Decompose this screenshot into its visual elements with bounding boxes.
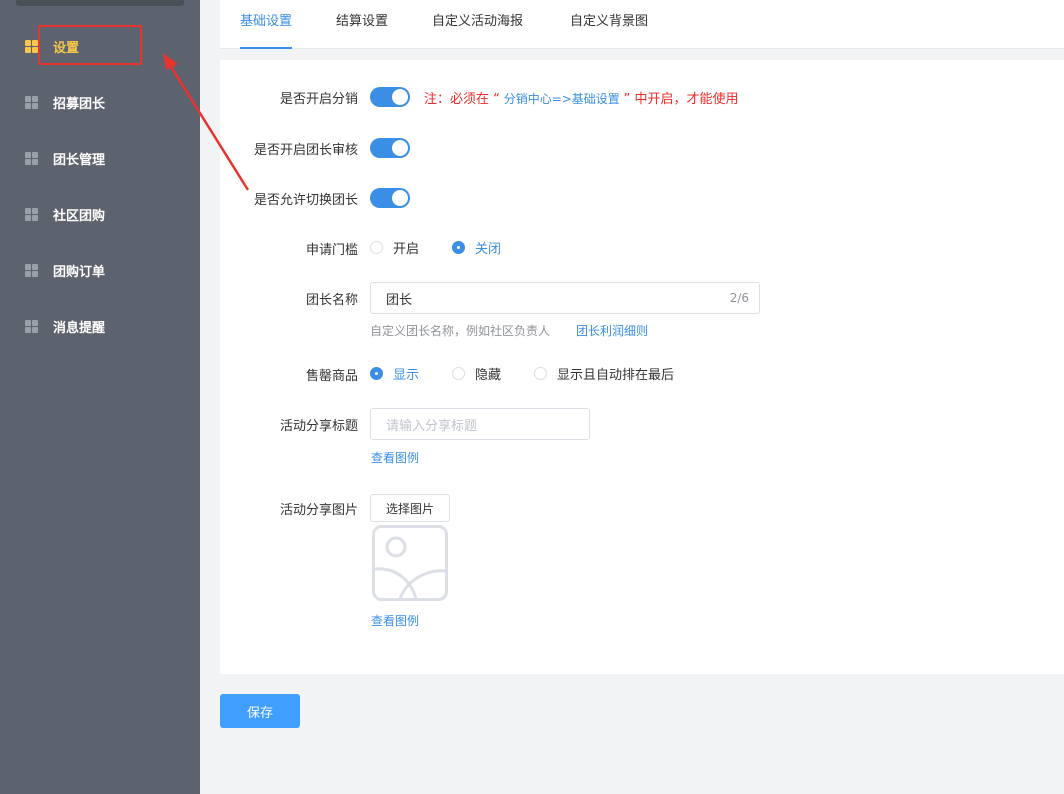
apply-threshold-label: 申请门槛	[305, 243, 358, 258]
sidebar-item-recruit-leader[interactable]: 招募团长	[0, 74, 200, 130]
share-image-label: 活动分享图片	[279, 503, 358, 518]
distribution-note: 注：必须在 “ 分销中心=>基础设置 ” 中开启，才能使用	[424, 88, 739, 107]
radio-label: 显示且自动排在最后	[557, 368, 675, 383]
sold-out-goods-label: 售罄商品	[305, 369, 358, 384]
leader-name-input[interactable]: 团长 2/6	[370, 282, 760, 314]
leader-name-label: 团长名称	[305, 293, 358, 308]
sidebar: 设置 招募团长 团长管理 社区团购 团购订单 消息提醒	[0, 0, 200, 794]
tab-settlement-settings[interactable]: 结算设置	[336, 0, 388, 49]
choose-image-button[interactable]: 选择图片	[370, 494, 450, 522]
note-prefix: 注：必须在 “	[424, 92, 500, 107]
share-title-input[interactable]: 请输入分享标题	[370, 408, 590, 440]
grid-icon	[25, 263, 38, 277]
grid-icon	[25, 207, 38, 221]
sidebar-item-label: 招募团长	[53, 96, 106, 112]
sidebar-item-label: 消息提醒	[53, 320, 106, 336]
radio-label: 关闭	[475, 242, 502, 257]
share-image-example-link[interactable]: 查看图例	[371, 612, 419, 629]
share-title-example-link[interactable]: 查看图例	[371, 449, 419, 466]
sold-out-radio-show-last[interactable]: 显示且自动排在最后	[534, 364, 674, 383]
tab-bar: 基础设置 结算设置 自定义活动海报 自定义背景图	[220, 0, 1064, 49]
save-button[interactable]: 保存	[220, 694, 300, 728]
radio-circle	[370, 241, 383, 254]
grid-icon	[25, 151, 38, 165]
grid-icon	[25, 95, 38, 109]
sidebar-item-label: 社区团购	[53, 208, 106, 224]
sidebar-item-leader-management[interactable]: 团长管理	[0, 130, 200, 186]
radio-circle	[452, 367, 465, 380]
radio-label: 开启	[393, 242, 420, 257]
radio-label: 显示	[393, 368, 420, 383]
sidebar-top-bar	[16, 0, 184, 6]
apply-threshold-radio-on[interactable]: 开启	[370, 238, 419, 257]
tab-custom-poster[interactable]: 自定义活动海报	[432, 0, 523, 49]
share-title-placeholder: 请输入分享标题	[386, 418, 478, 434]
allow-switch-leader-label: 是否允许切换团长	[253, 193, 358, 208]
radio-circle	[370, 367, 383, 380]
share-title-label: 活动分享标题	[279, 419, 358, 434]
leader-profit-rules-link[interactable]: 团长利润细则	[576, 322, 648, 339]
radio-label: 隐藏	[475, 368, 502, 383]
sidebar-item-label: 设置	[53, 40, 80, 56]
tab-custom-background[interactable]: 自定义背景图	[570, 0, 648, 49]
grid-icon	[25, 39, 38, 53]
sidebar-item-label: 团购订单	[53, 264, 106, 280]
sidebar-item-group-orders[interactable]: 团购订单	[0, 242, 200, 298]
enable-distribution-label: 是否开启分销	[279, 92, 358, 107]
note-suffix: ” 中开启，才能使用	[623, 92, 739, 107]
sidebar-item-message-reminder[interactable]: 消息提醒	[0, 298, 200, 354]
sidebar-item-label: 团长管理	[53, 152, 106, 168]
allow-switch-leader-switch[interactable]	[370, 188, 410, 208]
distribution-center-link[interactable]: 分销中心=>基础设置	[500, 92, 624, 106]
sold-out-radio-hide[interactable]: 隐藏	[452, 364, 501, 383]
apply-threshold-radio-off[interactable]: 关闭	[452, 238, 501, 257]
image-placeholder-icon[interactable]	[372, 525, 448, 601]
leader-name-value: 团长	[386, 292, 413, 308]
character-count: 2/6	[729, 291, 749, 305]
sold-out-radio-show[interactable]: 显示	[370, 364, 419, 383]
radio-circle	[534, 367, 547, 380]
radio-circle	[452, 241, 465, 254]
enable-distribution-switch[interactable]	[370, 87, 410, 107]
leader-name-hint: 自定义团长名称，例如社区负责人	[370, 324, 551, 338]
enable-leader-review-switch[interactable]	[370, 138, 410, 158]
tab-basic-settings[interactable]: 基础设置	[240, 0, 293, 49]
enable-leader-review-label: 是否开启团长审核	[253, 143, 358, 158]
sidebar-item-settings[interactable]: 设置	[0, 18, 200, 74]
grid-icon	[25, 319, 38, 333]
sidebar-item-community-group-buy[interactable]: 社区团购	[0, 186, 200, 242]
